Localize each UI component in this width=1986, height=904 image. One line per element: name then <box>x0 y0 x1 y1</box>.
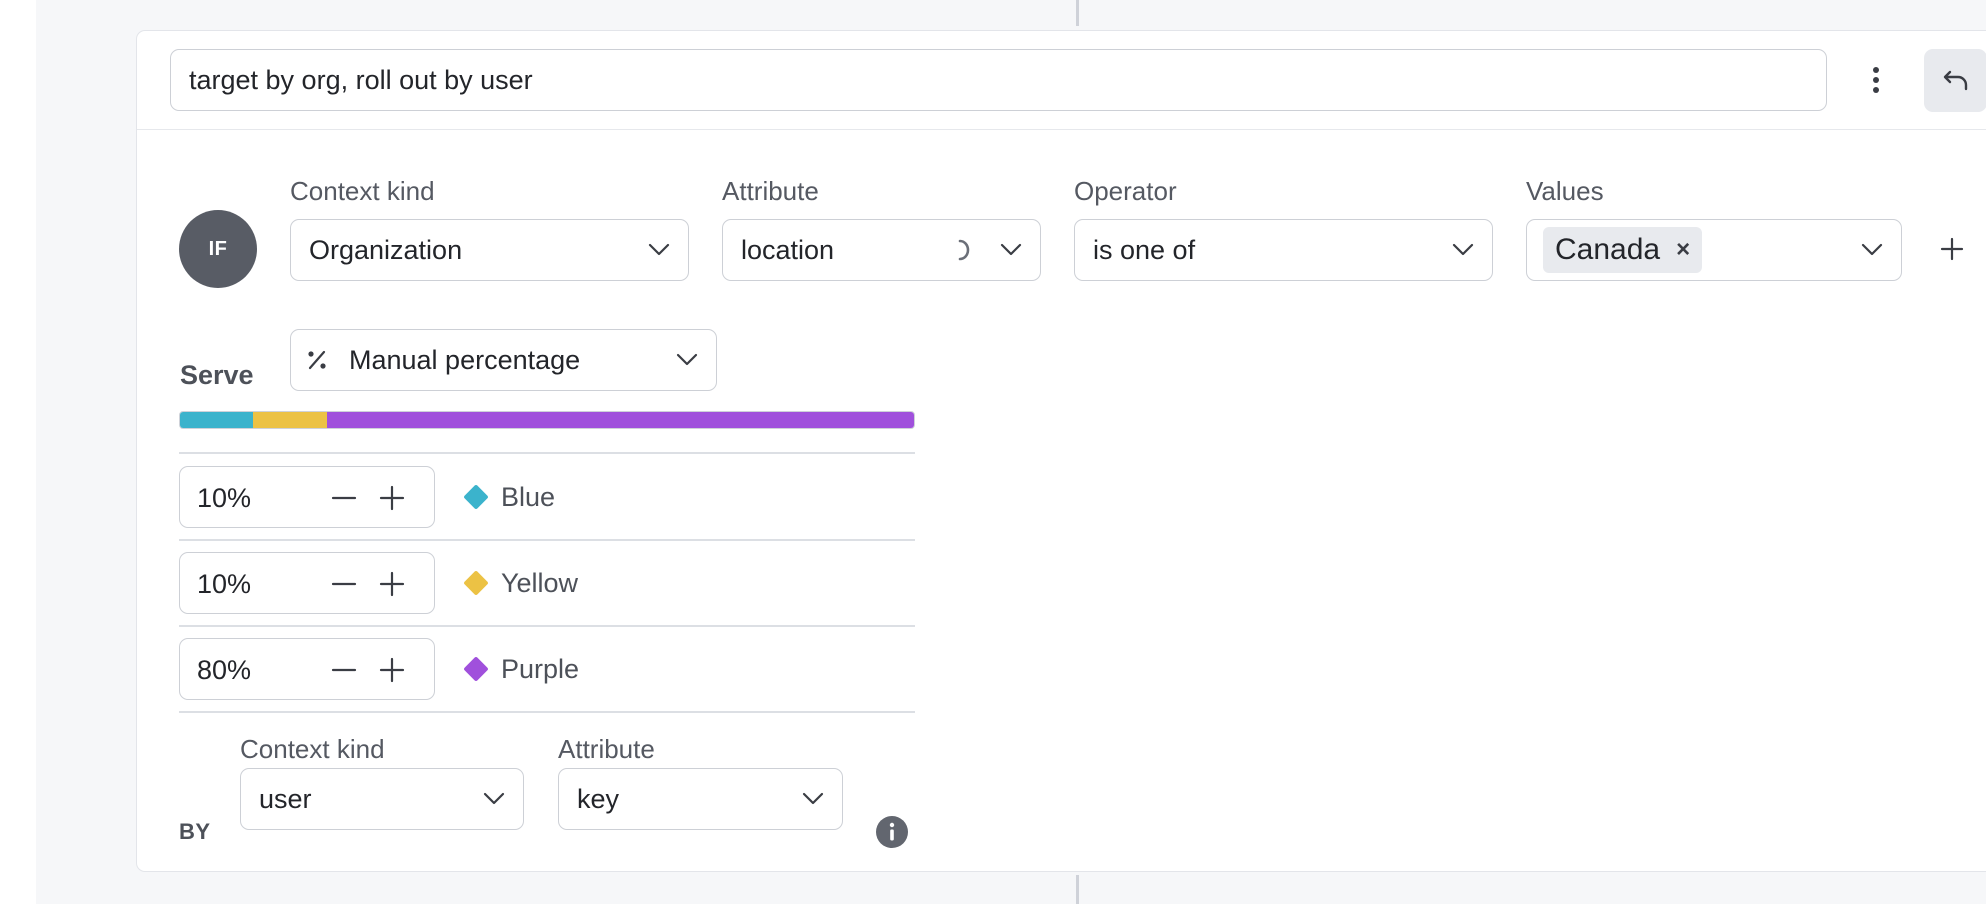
rollout-segment-purple <box>326 412 914 428</box>
chevron-down-icon <box>1000 243 1022 256</box>
rollout-distribution-bar <box>179 411 915 429</box>
chevron-down-icon <box>1452 243 1474 256</box>
clause-context-kind-value: Organization <box>309 234 463 265</box>
plus-icon[interactable] <box>378 656 406 684</box>
clause-attribute-select[interactable]: location <box>722 219 1041 281</box>
clause-operator-label: Operator <box>1074 176 1177 206</box>
clause-values-select[interactable]: Canada × <box>1526 219 1902 281</box>
percent-icon <box>308 350 326 370</box>
value-chip-label: Canada <box>1555 233 1661 266</box>
minus-icon[interactable] <box>330 570 358 598</box>
variation-color-swatch <box>463 570 489 596</box>
more-vertical-icon <box>1873 67 1879 93</box>
chevron-down-icon <box>676 353 698 366</box>
rule-header <box>137 31 1986 130</box>
variation-blue: Blue <box>463 477 555 517</box>
left-gutter <box>0 0 36 904</box>
chevron-down-icon <box>1861 243 1883 256</box>
variation-name: Yellow <box>501 567 579 598</box>
targeting-rule-card: IF Context kind Organization Attribute l… <box>136 30 1986 872</box>
clause-operator-value: is one of <box>1093 234 1196 265</box>
serve-label: Serve <box>180 360 254 390</box>
chevron-down-icon <box>802 792 824 805</box>
bucket-attribute-value: key <box>577 783 620 814</box>
bucket-by-label: BY <box>179 819 211 844</box>
rule-menu-button[interactable] <box>1845 49 1907 111</box>
serve-mode-select[interactable]: Manual percentage <box>290 329 717 391</box>
plus-icon[interactable] <box>378 570 406 598</box>
bucket-attribute-select[interactable]: key <box>558 768 843 830</box>
add-clause-button[interactable] <box>1930 227 1974 271</box>
bucket-attribute-label: Attribute <box>558 734 655 764</box>
variation-purple: Purple <box>463 649 579 689</box>
clause-operator-select[interactable]: is one of <box>1074 219 1493 281</box>
rollout-segment-blue <box>180 412 254 428</box>
percent-value[interactable]: 80% <box>197 655 251 686</box>
rollout-segment-yellow <box>253 412 327 428</box>
undo-rule-button[interactable] <box>1924 49 1986 112</box>
loading-spinner-icon <box>958 239 970 261</box>
clause-attribute-label: Attribute <box>722 176 819 206</box>
chevron-down-icon <box>483 792 505 805</box>
rule-connector-bottom <box>1076 875 1079 904</box>
divider <box>179 711 915 713</box>
minus-icon[interactable] <box>330 656 358 684</box>
clause-context-kind-label: Context kind <box>290 176 435 206</box>
bucket-context-kind-value: user <box>259 783 312 814</box>
percent-value[interactable]: 10% <box>197 569 251 600</box>
divider <box>179 452 915 454</box>
info-icon[interactable] <box>875 815 909 849</box>
plus-icon <box>1940 237 1964 261</box>
variation-color-swatch <box>463 656 489 682</box>
minus-icon[interactable] <box>330 484 358 512</box>
divider <box>179 539 915 541</box>
flag-targeting-canvas: IF Context kind Organization Attribute l… <box>36 0 1986 904</box>
percent-input-purple[interactable]: 80% <box>179 638 435 700</box>
variation-name: Purple <box>501 653 580 684</box>
plus-icon[interactable] <box>378 484 406 512</box>
chevron-down-icon <box>648 243 670 256</box>
serve-mode-value: Manual percentage <box>349 344 581 375</box>
variation-name: Blue <box>501 481 556 512</box>
value-chip: Canada × <box>1543 227 1703 273</box>
rule-connector-top <box>1076 0 1079 26</box>
divider <box>179 625 915 627</box>
bucket-context-kind-label: Context kind <box>240 734 385 764</box>
if-badge: IF <box>179 210 257 288</box>
bucket-context-kind-select[interactable]: user <box>240 768 524 830</box>
percent-value[interactable]: 10% <box>197 483 251 514</box>
percent-input-yellow[interactable]: 10% <box>179 552 435 614</box>
variation-yellow: Yellow <box>463 563 578 603</box>
percent-input-blue[interactable]: 10% <box>179 466 435 528</box>
undo-icon <box>1943 70 1967 90</box>
clause-context-kind-select[interactable]: Organization <box>290 219 689 281</box>
remove-value-button[interactable]: × <box>1676 236 1690 264</box>
variation-color-swatch <box>463 484 489 510</box>
clause-attribute-value: location <box>741 234 835 265</box>
clause-values-label: Values <box>1526 176 1604 206</box>
rule-name-input[interactable] <box>170 49 1827 111</box>
